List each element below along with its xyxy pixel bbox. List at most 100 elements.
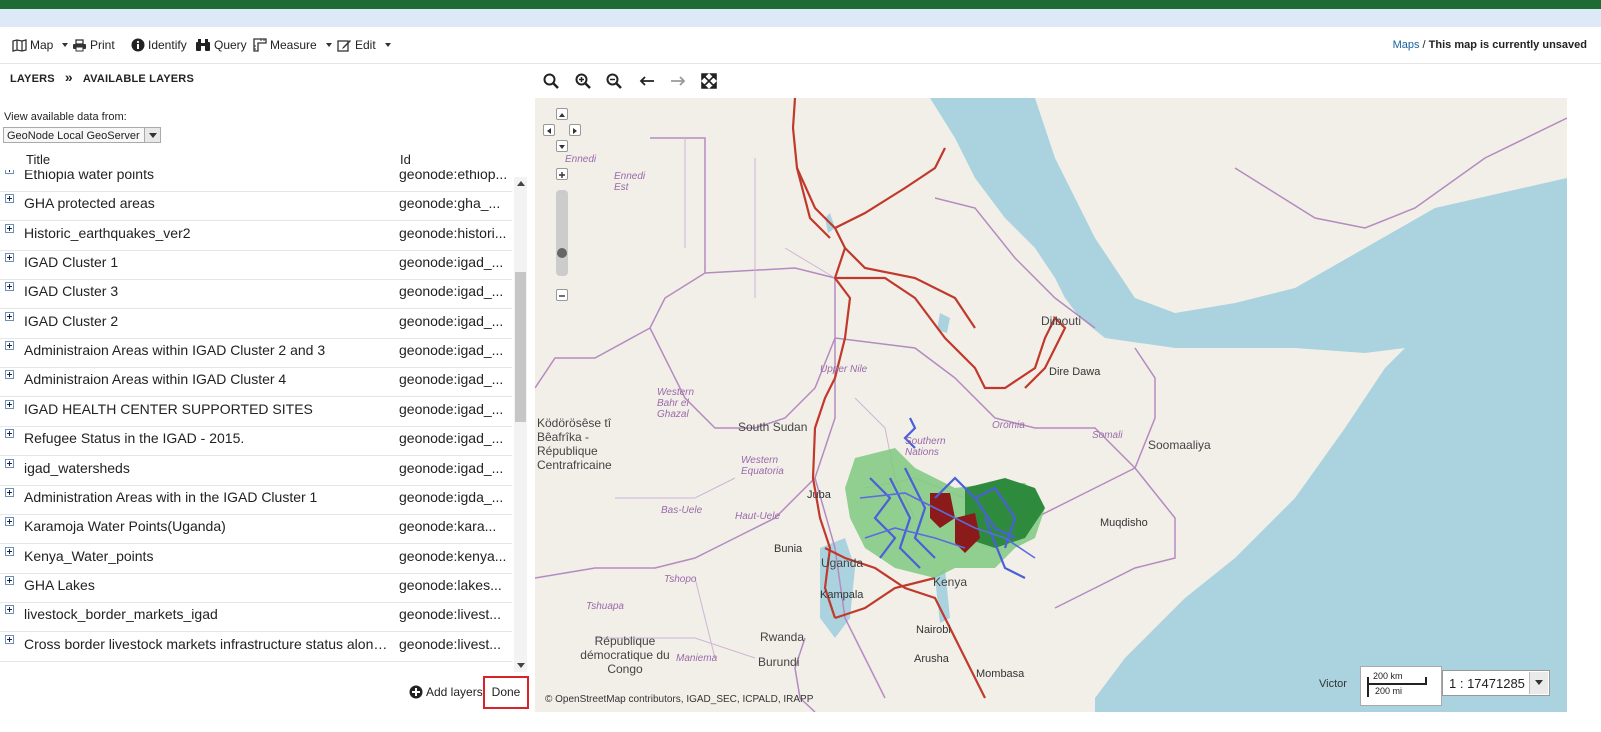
table-row[interactable]: Administration Areas with in the IGAD Cl… [0, 485, 512, 515]
expand-row-icon[interactable] [5, 546, 14, 556]
table-row[interactable]: livestock_border_markets_igad geonode:liv… [0, 602, 512, 633]
identify-label: Identify [148, 38, 187, 52]
scroll-down-icon[interactable] [517, 663, 525, 668]
expand-row-icon[interactable] [5, 517, 14, 527]
maps-breadcrumb-link[interactable]: Maps [1393, 39, 1420, 51]
expand-row-icon[interactable] [5, 429, 14, 439]
expand-row-icon[interactable] [5, 634, 14, 644]
search-icon [543, 73, 559, 89]
query-button[interactable]: Query [195, 38, 247, 52]
edit-menu-button[interactable]: Edit [337, 38, 391, 52]
expand-row-icon[interactable] [5, 487, 14, 497]
layer-title: Karamoja Water Points(Uganda) [24, 518, 226, 535]
scroll-up-icon[interactable] [517, 181, 525, 186]
map-label: South Sudan [738, 420, 808, 434]
layer-title: GHA Lakes [24, 576, 95, 593]
expand-row-icon[interactable] [5, 282, 14, 292]
zoom-slider-knob[interactable] [557, 248, 567, 258]
column-header-id[interactable]: Id [400, 152, 411, 167]
map-canvas[interactable]: South Sudan Kenya Uganda Djibouti Dire D… [535, 98, 1567, 712]
map-label: Ennedi Est [614, 171, 646, 193]
table-row[interactable]: Kenya_Water_points geonode:kenya... [0, 544, 512, 574]
table-row[interactable]: Karamoja Water Points(Uganda) geonode:kar… [0, 514, 512, 545]
column-header-title[interactable]: Title [26, 152, 50, 167]
scrollbar-thumb[interactable] [515, 272, 526, 422]
expand-row-icon[interactable] [5, 370, 14, 380]
expand-row-icon[interactable] [5, 311, 14, 321]
arrow-down-icon [559, 145, 565, 149]
map-toolbar: Map Print Identify Query Measure Edit Ma… [0, 27, 1601, 64]
breadcrumb-layers[interactable]: LAYERS [10, 73, 55, 85]
pan-west-button[interactable] [543, 124, 555, 136]
zoom-slider[interactable] [556, 190, 568, 276]
table-row[interactable]: Refugee Status in the IGAD - 2015. geonod… [0, 426, 512, 457]
table-row[interactable]: igad_watersheds geonode:igad_... [0, 456, 512, 486]
search-button[interactable] [540, 70, 562, 92]
layer-title: Administraion Areas within IGAD Cluster … [24, 342, 326, 359]
chevron-down-icon [325, 43, 332, 47]
expand-row-icon[interactable] [5, 253, 14, 263]
map-label: Upper Nile [820, 364, 868, 375]
expand-row-icon[interactable] [5, 194, 14, 204]
map-label: Kampala [820, 589, 864, 601]
arrow-right-icon [671, 76, 686, 86]
pan-east-button[interactable] [569, 124, 581, 136]
previous-extent-button[interactable] [636, 70, 658, 92]
layer-id: geonode:igad_... [399, 342, 504, 359]
next-extent-button[interactable] [667, 70, 689, 92]
chevron-down-icon[interactable] [1529, 672, 1548, 694]
scale-line [1367, 683, 1425, 685]
map-label: Burundi [758, 655, 800, 669]
data-source-select[interactable]: GeoNode Local GeoServer [3, 127, 161, 143]
pan-south-button[interactable] [556, 140, 568, 152]
map-menu-button[interactable]: Map [12, 38, 69, 52]
full-extent-button[interactable] [698, 70, 720, 92]
map-label: Southern Nations [905, 436, 946, 458]
expand-row-icon[interactable] [5, 605, 14, 615]
scale-select[interactable]: 1 : 17471285 [1442, 670, 1550, 696]
table-row[interactable]: Administraion Areas within IGAD Cluster … [0, 367, 512, 398]
data-source-value: GeoNode Local GeoServer [7, 130, 140, 142]
print-label: Print [90, 38, 115, 52]
table-row[interactable]: Cross border livestock markets infrastru… [0, 632, 512, 662]
top-brand-bar [0, 0, 1601, 9]
scale-bar: 200 km 200 mi [1360, 666, 1442, 706]
table-row[interactable]: IGAD HEALTH CENTER SUPPORTED SITES geonod… [0, 397, 512, 427]
done-button[interactable]: Done [483, 676, 529, 709]
zoom-in-button[interactable] [572, 70, 594, 92]
scale-tick [1367, 677, 1369, 697]
expand-row-icon[interactable] [5, 458, 14, 468]
map-label: Ködörösêse tî Bêafrîka - République Cent… [537, 416, 612, 472]
table-row[interactable]: Historic_earthquakes_ver2 geonode:histori… [0, 221, 512, 251]
zoom-out-button[interactable] [603, 70, 625, 92]
identify-button[interactable]: Identify [131, 38, 187, 52]
expand-row-icon[interactable] [5, 223, 14, 233]
map-label: Bas-Uele [661, 505, 703, 516]
table-row[interactable]: Ethiopia water points geonode:ethiop... [0, 170, 512, 192]
table-row[interactable]: IGAD Cluster 2 geonode:igad_... [0, 309, 512, 339]
zoom-out-small-button[interactable] [556, 289, 568, 301]
add-layers-button[interactable]: Add layers [409, 685, 483, 699]
layers-grid-scrollbar[interactable] [514, 177, 527, 672]
zoom-in-small-button[interactable] [556, 168, 568, 180]
expand-row-icon[interactable] [5, 341, 14, 351]
map-label: Soomaaliya [1148, 438, 1211, 452]
table-row[interactable]: GHA Lakes geonode:lakes... [0, 573, 512, 603]
measure-menu-button[interactable]: Measure [253, 38, 332, 52]
print-button[interactable]: Print [72, 38, 115, 52]
map-label: Tshopo [664, 574, 697, 585]
table-row[interactable]: Administraion Areas within IGAD Cluster … [0, 338, 512, 369]
chevron-down-icon[interactable] [144, 128, 160, 142]
layer-title: Kenya_Water_points [24, 547, 154, 564]
map-label: Oromia [992, 420, 1025, 431]
table-row[interactable]: GHA protected areas geonode:gha_... [0, 191, 512, 222]
expand-row-icon[interactable] [5, 575, 14, 585]
expand-row-icon[interactable] [5, 170, 14, 174]
pan-north-button[interactable] [556, 108, 568, 120]
breadcrumb-separator: » [64, 68, 73, 85]
table-row[interactable]: IGAD Cluster 1 geonode:igad_... [0, 250, 512, 281]
scale-km-label: 200 km [1373, 671, 1403, 681]
expand-row-icon[interactable] [5, 399, 14, 409]
layer-title: Ethiopia water points [24, 170, 154, 182]
table-row[interactable]: IGAD Cluster 3 geonode:igad_... [0, 279, 512, 310]
